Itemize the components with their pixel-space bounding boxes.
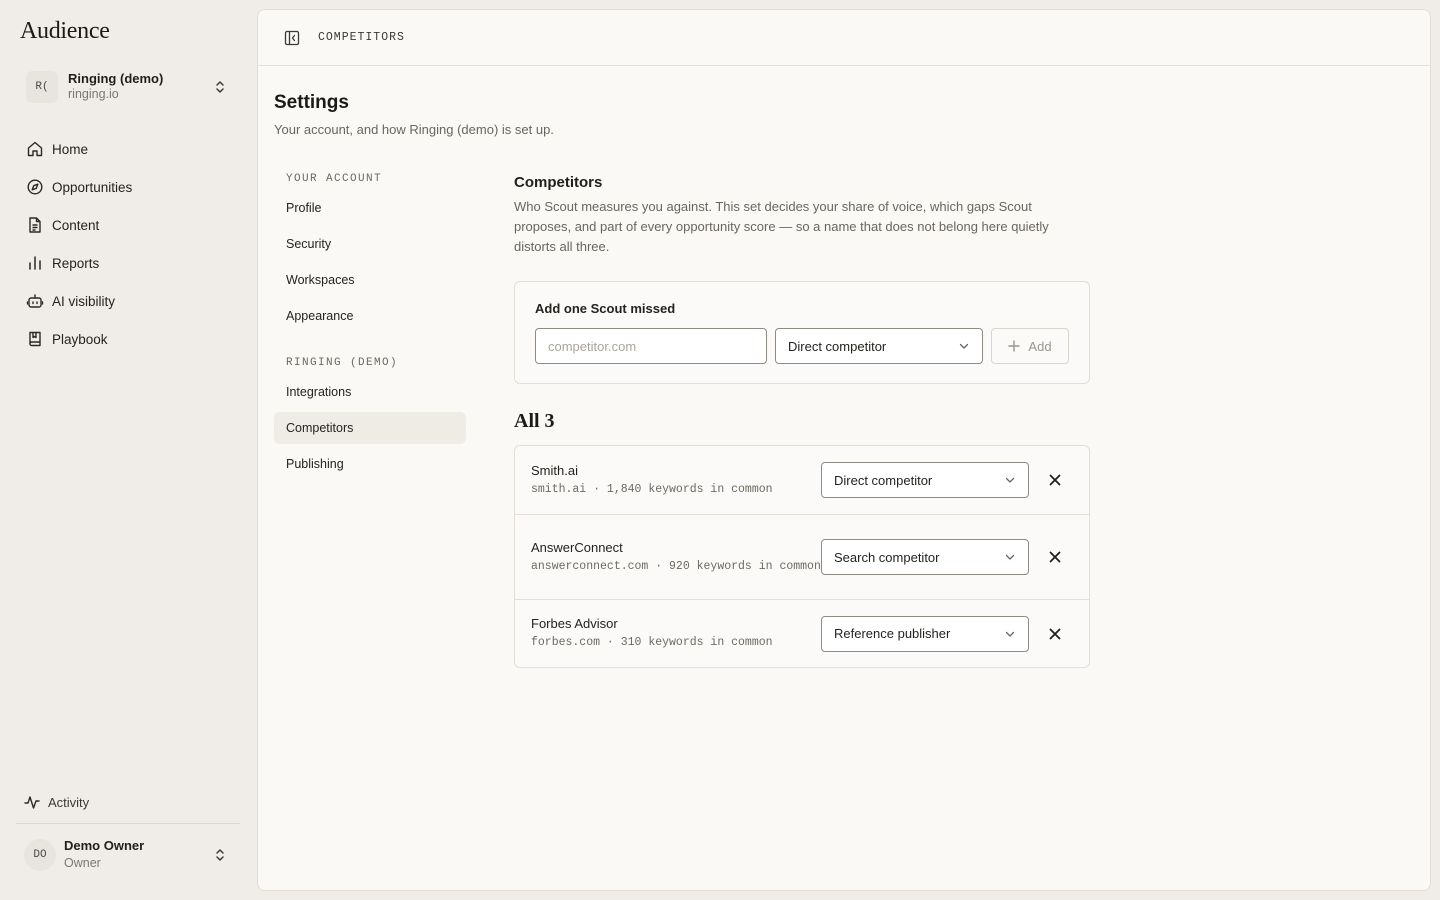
page-title: Settings <box>274 92 349 113</box>
settings-item-workspaces[interactable]: Workspaces <box>274 264 466 296</box>
user-avatar: DO <box>24 839 56 871</box>
settings-item-integrations[interactable]: Integrations <box>274 376 466 408</box>
nav-label: Reports <box>52 255 100 271</box>
competitor-name: Smith.ai <box>531 462 578 478</box>
activity-label: Activity <box>48 794 90 810</box>
sidebar-toggle-icon[interactable] <box>284 30 300 46</box>
add-competitor-button[interactable]: Add <box>991 328 1069 364</box>
nav-item-ai-visibility[interactable]: AI visibility <box>16 285 240 317</box>
chevron-up-down-icon <box>216 81 224 93</box>
competitors-section: Competitors Who Scout measures you again… <box>514 174 1090 668</box>
nav-item-reports[interactable]: Reports <box>16 247 240 279</box>
competitor-meta: forbes.com · 310 keywords in common <box>531 636 773 649</box>
chevron-down-icon <box>1005 477 1015 483</box>
nav-item-playbook[interactable]: Playbook <box>16 323 240 355</box>
competitor-domain-input[interactable] <box>535 328 767 364</box>
competitor-type-select[interactable]: Search competitor <box>821 539 1029 575</box>
main-panel: COMPETITORS Settings Your account, and h… <box>257 9 1431 891</box>
nav-item-content[interactable]: Content <box>16 209 240 241</box>
settings-nav: YOUR ACCOUNT Profile Security Workspaces… <box>274 170 466 480</box>
competitor-list-title: All 3 <box>514 410 555 432</box>
robot-icon <box>26 294 44 308</box>
top-bar: COMPETITORS <box>258 10 1430 66</box>
competitor-row: Forbes Advisor forbes.com · 310 keywords… <box>515 599 1089 667</box>
nav-item-opportunities[interactable]: Opportunities <box>16 171 240 203</box>
add-competitor-label: Add one Scout missed <box>535 301 676 316</box>
plus-icon <box>1008 340 1021 352</box>
app-logo: Audience <box>20 18 110 44</box>
workspace-switcher[interactable]: R( Ringing (demo) ringing.io <box>16 64 240 110</box>
home-icon <box>27 141 43 157</box>
section-title: Competitors <box>514 174 603 191</box>
competitor-row: AnswerConnect answerconnect.com · 920 ke… <box>515 514 1089 599</box>
main-nav: Home Opportunities Content Reports AI vi… <box>16 133 240 361</box>
workspace-domain: ringing.io <box>68 87 119 102</box>
competitor-list: Smith.ai smith.ai · 1,840 keywords in co… <box>514 445 1090 668</box>
competitor-type-select[interactable]: Direct competitor <box>775 328 983 364</box>
chevron-down-icon <box>1005 554 1015 560</box>
settings-item-publishing[interactable]: Publishing <box>274 448 466 480</box>
sidebar-divider <box>16 823 240 824</box>
settings-section-heading: RINGING (DEMO) <box>286 357 399 369</box>
select-value: Reference publisher <box>834 626 951 641</box>
competitor-type-select[interactable]: Reference publisher <box>821 615 1029 652</box>
remove-competitor-icon[interactable] <box>1047 626 1063 642</box>
settings-item-security[interactable]: Security <box>274 228 466 260</box>
document-icon <box>29 217 41 233</box>
page-subtitle: Your account, and how Ringing (demo) is … <box>274 122 554 137</box>
competitor-row: Smith.ai smith.ai · 1,840 keywords in co… <box>515 446 1089 514</box>
nav-label: Opportunities <box>52 179 133 195</box>
compass-icon <box>27 179 43 195</box>
user-name: Demo Owner <box>64 838 145 854</box>
chevron-up-down-icon <box>216 849 224 861</box>
activity-pulse-icon <box>24 796 40 809</box>
workspace-name: Ringing (demo) <box>68 71 164 87</box>
nav-item-home[interactable]: Home <box>16 133 240 165</box>
competitor-name: Forbes Advisor <box>531 616 618 631</box>
nav-label: Playbook <box>52 331 108 347</box>
section-description: Who Scout measures you against. This set… <box>514 199 1049 254</box>
bar-chart-icon <box>29 256 41 270</box>
sidebar: Audience R( Ringing (demo) ringing.io Ho… <box>0 0 256 900</box>
breadcrumb: COMPETITORS <box>318 31 405 44</box>
remove-competitor-icon[interactable] <box>1047 472 1063 488</box>
select-value: Search competitor <box>834 549 940 565</box>
user-role: Owner <box>64 856 101 871</box>
competitor-name: AnswerConnect <box>531 539 623 555</box>
chevron-down-icon <box>1005 631 1015 637</box>
workspace-avatar: R( <box>26 71 58 103</box>
competitor-meta: smith.ai · 1,840 keywords in common <box>531 482 773 496</box>
settings-section-heading: YOUR ACCOUNT <box>286 173 383 185</box>
add-button-label: Add <box>1028 338 1052 354</box>
add-competitor-card: Add one Scout missed Direct competitor A… <box>514 281 1090 384</box>
remove-competitor-icon[interactable] <box>1047 549 1063 565</box>
chevron-down-icon <box>959 343 969 349</box>
competitor-type-select[interactable]: Direct competitor <box>821 462 1029 498</box>
activity-link[interactable]: Activity <box>16 786 240 818</box>
competitor-meta: answerconnect.com · 920 keywords in comm… <box>531 559 821 573</box>
select-value: Direct competitor <box>834 472 933 488</box>
settings-item-profile[interactable]: Profile <box>274 192 466 224</box>
nav-label: AI visibility <box>52 293 116 309</box>
user-menu[interactable]: DO Demo Owner Owner <box>16 832 240 878</box>
nav-label: Home <box>52 141 89 157</box>
book-icon <box>29 331 41 347</box>
settings-item-appearance[interactable]: Appearance <box>274 300 466 332</box>
nav-label: Content <box>52 217 100 233</box>
select-value: Direct competitor <box>788 338 887 354</box>
settings-item-competitors[interactable]: Competitors <box>274 412 466 444</box>
